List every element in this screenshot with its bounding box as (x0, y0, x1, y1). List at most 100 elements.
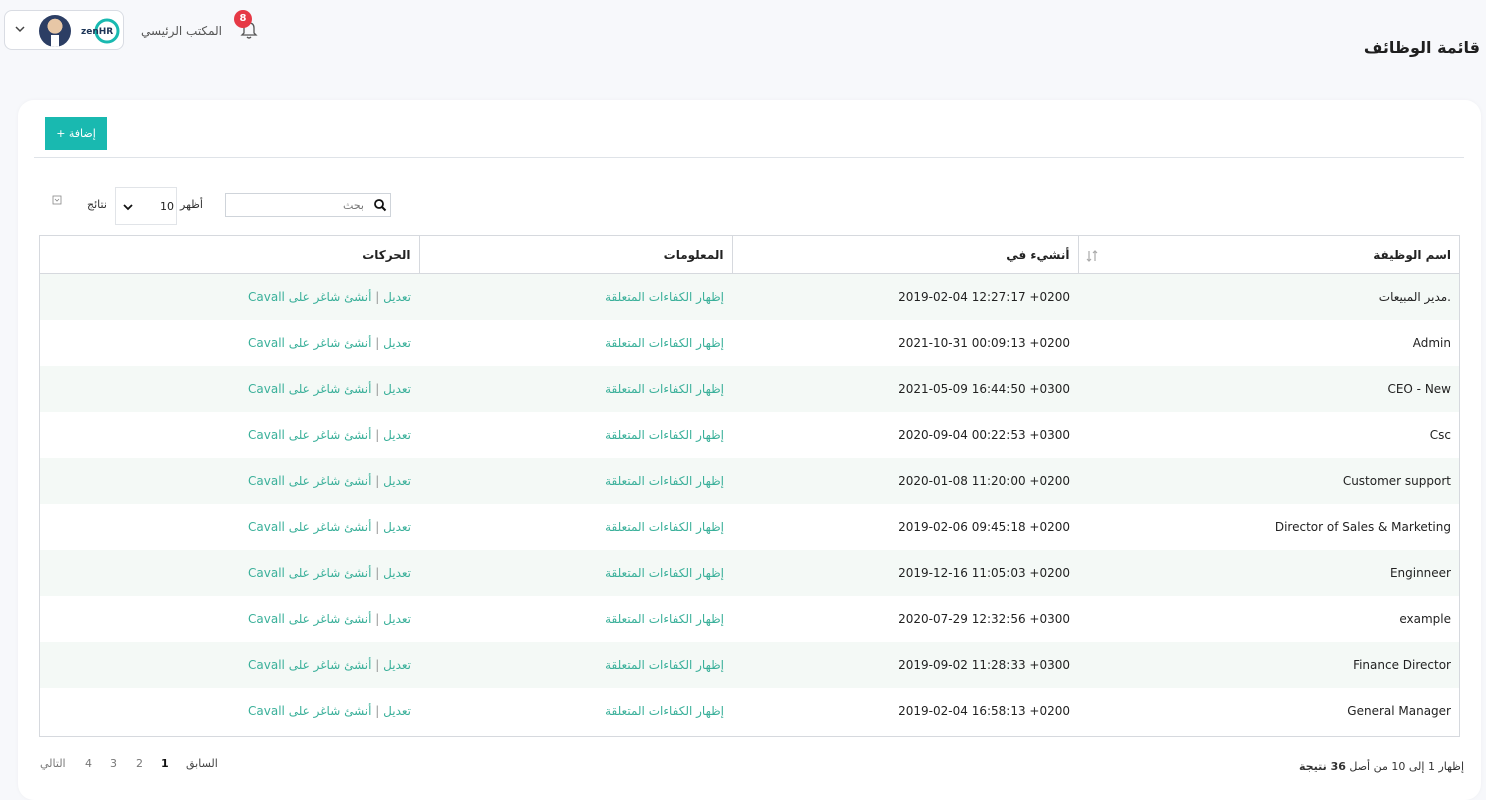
search-box (225, 193, 391, 217)
cell-created-at: 2019-12-16 11:05:03 +0200 (732, 550, 1078, 596)
separator: | (371, 520, 384, 534)
chevron-down-icon (15, 26, 25, 33)
create-vacancy-link[interactable]: أنشئ شاغر على Cavall (248, 474, 371, 488)
edit-link[interactable]: تعديل (383, 336, 411, 350)
cell-created-at: 2020-01-08 11:20:00 +0200 (732, 458, 1078, 504)
show-competencies-link[interactable]: إظهار الكفاءات المتعلقة (605, 658, 724, 672)
cell-job-name: Enginneer (1078, 550, 1459, 596)
created-at: 2019-02-04 16:58:13 +0200 (898, 704, 1070, 718)
header-job-name[interactable]: اسم الوظيفة (1077, 236, 1459, 274)
page-4-button[interactable]: 4 (85, 757, 92, 770)
cell-actions: تعديل | أنشئ شاغر على Cavall (40, 412, 419, 458)
export-icon[interactable] (52, 195, 62, 205)
separator: | (371, 474, 384, 488)
results-info-prefix: إظهار 1 إلى 10 من أصل (1349, 760, 1464, 773)
cell-actions: تعديل | أنشئ شاغر على Cavall (40, 688, 419, 734)
search-input[interactable] (226, 194, 368, 216)
user-menu[interactable]: zenHR (4, 10, 124, 50)
cell-info: إظهار الكفاءات المتعلقة (419, 642, 732, 688)
show-label: أظهر (180, 198, 203, 211)
cell-job-name: Csc (1078, 412, 1459, 458)
create-vacancy-link[interactable]: أنشئ شاغر على Cavall (248, 566, 371, 580)
show-competencies-link[interactable]: إظهار الكفاءات المتعلقة (605, 382, 724, 396)
separator: | (371, 612, 384, 626)
table-row: Enginneer 2019-12-16 11:05:03 +0200 إظهار … (40, 550, 1459, 596)
cell-actions: تعديل | أنشئ شاغر على Cavall (40, 273, 419, 320)
page-length-value: 10 (160, 200, 174, 213)
cell-actions: تعديل | أنشئ شاغر على Cavall (40, 504, 419, 550)
job-name: Director of Sales & Marketing (1274, 520, 1451, 534)
edit-link[interactable]: تعديل (383, 520, 411, 534)
job-name: .مدير المبيعات (1378, 290, 1451, 304)
job-name: Finance Director (1353, 658, 1451, 672)
create-vacancy-link[interactable]: أنشئ شاغر على Cavall (248, 612, 371, 626)
created-at: 2019-12-16 11:05:03 +0200 (898, 566, 1070, 580)
table-row: CEO - New 2021-05-09 16:44:50 +0300 إظهار … (40, 366, 1459, 412)
create-vacancy-link[interactable]: أنشئ شاغر على Cavall (248, 290, 371, 304)
chevron-down-icon (123, 204, 133, 211)
cell-job-name: Admin (1078, 320, 1459, 366)
edit-link[interactable]: تعديل (383, 428, 411, 442)
cell-job-name: General Manager (1078, 688, 1459, 734)
cell-created-at: 2019-02-04 12:27:17 +0200 (732, 273, 1078, 320)
create-vacancy-link[interactable]: أنشئ شاغر على Cavall (248, 382, 371, 396)
edit-link[interactable]: تعديل (383, 704, 411, 718)
prev-page-button[interactable]: السابق (186, 757, 218, 770)
show-competencies-link[interactable]: إظهار الكفاءات المتعلقة (605, 704, 724, 718)
next-page-button[interactable]: التالي (40, 757, 66, 770)
cell-info: إظهار الكفاءات المتعلقة (419, 412, 732, 458)
separator: | (371, 428, 384, 442)
job-name: example (1399, 612, 1451, 626)
separator: | (371, 658, 384, 672)
add-button[interactable]: + إضافة (45, 117, 107, 150)
edit-link[interactable]: تعديل (383, 612, 411, 626)
cell-actions: تعديل | أنشئ شاغر على Cavall (40, 550, 419, 596)
cell-info: إظهار الكفاءات المتعلقة (419, 550, 732, 596)
cell-actions: تعديل | أنشئ شاغر على Cavall (40, 596, 419, 642)
edit-link[interactable]: تعديل (383, 474, 411, 488)
sort-icon[interactable] (1085, 249, 1099, 263)
job-name: General Manager (1347, 704, 1451, 718)
office-label[interactable]: المكتب الرئيسي (132, 24, 222, 38)
cell-info: إظهار الكفاءات المتعلقة (419, 688, 732, 734)
show-competencies-link[interactable]: إظهار الكفاءات المتعلقة (605, 520, 724, 534)
created-at: 2020-01-08 11:20:00 +0200 (898, 474, 1070, 488)
create-vacancy-link[interactable]: أنشئ شاغر على Cavall (248, 704, 371, 718)
cell-info: إظهار الكفاءات المتعلقة (419, 458, 732, 504)
page-3-button[interactable]: 3 (110, 757, 117, 770)
create-vacancy-link[interactable]: أنشئ شاغر على Cavall (248, 336, 371, 350)
job-name: Customer support (1342, 474, 1451, 488)
cell-created-at: 2019-09-02 11:28:33 +0300 (732, 642, 1078, 688)
header-actions: الحركات (40, 236, 419, 274)
create-vacancy-link[interactable]: أنشئ شاغر على Cavall (248, 428, 371, 442)
show-competencies-link[interactable]: إظهار الكفاءات المتعلقة (605, 428, 724, 442)
page-length-select[interactable]: 10 (115, 187, 177, 225)
cell-job-name: Customer support (1078, 458, 1459, 504)
cell-job-name: example (1078, 596, 1459, 642)
show-competencies-link[interactable]: إظهار الكفاءات المتعلقة (605, 336, 724, 350)
header-created-at[interactable]: أنشيء في (731, 236, 1078, 274)
show-competencies-link[interactable]: إظهار الكفاءات المتعلقة (605, 290, 724, 304)
edit-link[interactable]: تعديل (383, 566, 411, 580)
show-competencies-link[interactable]: إظهار الكفاءات المتعلقة (605, 566, 724, 580)
show-competencies-link[interactable]: إظهار الكفاءات المتعلقة (605, 612, 724, 626)
results-info-total: 36 نتيجة (1299, 760, 1346, 773)
edit-link[interactable]: تعديل (383, 382, 411, 396)
show-competencies-link[interactable]: إظهار الكفاءات المتعلقة (605, 474, 724, 488)
table-header-row: اسم الوظيفة أنشيء في المعلومات الحركات (40, 236, 1459, 274)
table-row: Admin 2021-10-31 00:09:13 +0200 إظهار الكف… (40, 320, 1459, 366)
page-1-button[interactable]: 1 (161, 757, 169, 770)
edit-link[interactable]: تعديل (383, 290, 411, 304)
page-2-button[interactable]: 2 (136, 757, 143, 770)
cell-job-name: CEO - New (1078, 366, 1459, 412)
create-vacancy-link[interactable]: أنشئ شاغر على Cavall (248, 658, 371, 672)
edit-link[interactable]: تعديل (383, 658, 411, 672)
header-info-label: المعلومات (663, 247, 724, 262)
create-vacancy-link[interactable]: أنشئ شاغر على Cavall (248, 520, 371, 534)
header-job-name-label: اسم الوظيفة (1373, 247, 1451, 262)
cell-created-at: 2020-09-04 00:22:53 +0300 (732, 412, 1078, 458)
page-title: قائمة الوظائف (1363, 38, 1480, 57)
zenhr-logo: zenHR (81, 18, 120, 44)
table-row: .مدير المبيعات 2019-02-04 12:27:17 +0200 إ… (40, 273, 1459, 320)
search-icon (374, 199, 387, 212)
